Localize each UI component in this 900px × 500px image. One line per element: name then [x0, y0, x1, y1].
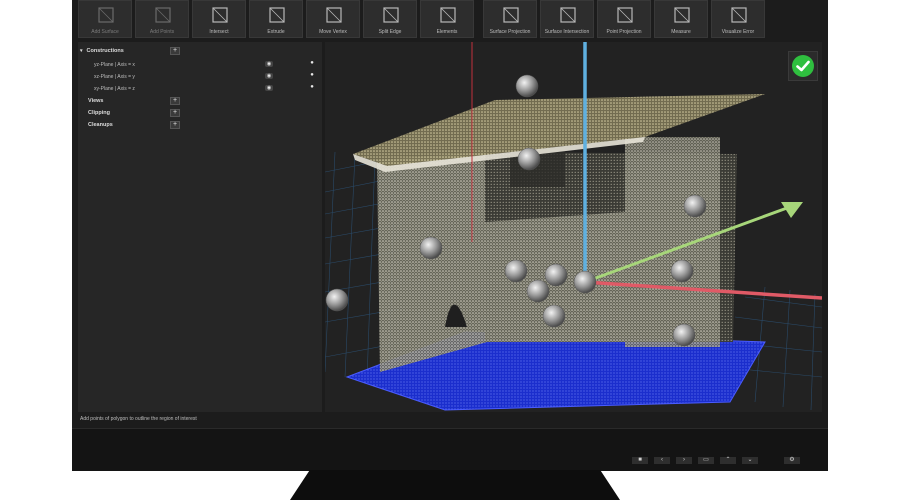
elements-icon: [440, 7, 456, 23]
left-wall: [377, 152, 487, 372]
add-cleanup-button[interactable]: +: [170, 121, 180, 129]
droplet-icon[interactable]: ●: [309, 84, 315, 91]
control-point[interactable]: [670, 259, 694, 283]
tool-label: Extrude: [267, 29, 285, 35]
control-point[interactable]: [515, 74, 539, 98]
add-clipping-button[interactable]: +: [170, 109, 180, 117]
droplet-icon[interactable]: ●: [309, 72, 315, 79]
tool-label: Add Surface: [91, 29, 119, 35]
tool-label: Measure: [671, 29, 691, 35]
tool-add-surface[interactable]: Add Surface: [78, 0, 132, 38]
control-point[interactable]: [542, 304, 566, 328]
control-point[interactable]: [683, 194, 707, 218]
point-cloud-scene: [325, 42, 822, 411]
move-vertex-icon: [326, 7, 342, 23]
control-point[interactable]: [419, 236, 443, 260]
tool-label: Surface Projection: [489, 29, 531, 35]
construction-item-xy[interactable]: xy-Plane | Axis = z: [94, 86, 135, 92]
tool-surface-projection[interactable]: Surface Projection: [483, 0, 537, 38]
status-message: Add points of polygon to outline the reg…: [80, 416, 197, 422]
control-point[interactable]: [526, 279, 550, 303]
view-toggle-button[interactable]: ▭: [698, 457, 714, 464]
add-surface-icon: [98, 7, 114, 23]
surface-intersection-icon: [560, 7, 576, 23]
monitor-frame: Add Surface Add Points Intersect Extrude Mov…: [72, 0, 828, 471]
control-point[interactable]: [325, 288, 349, 312]
measure-icon: [674, 7, 690, 23]
prev-button[interactable]: ‹: [654, 457, 670, 464]
side-panel: ▾ Constructions + yz-Plane | Axis = x ◉ …: [78, 42, 322, 412]
control-point[interactable]: [504, 259, 528, 283]
construction-item-xz[interactable]: xz-Plane | Axis = y: [94, 74, 135, 80]
tool-label: Add Points: [149, 29, 175, 35]
monitor-bezel: [72, 428, 828, 471]
eye-icon[interactable]: ◉: [265, 61, 273, 67]
tool-split-edge[interactable]: Split Edge: [363, 0, 417, 38]
eye-icon[interactable]: ◉: [265, 85, 273, 91]
collapse-arrow-icon: ▾: [80, 48, 83, 54]
3d-viewport[interactable]: [325, 42, 822, 412]
add-construction-button[interactable]: +: [170, 47, 180, 55]
stop-button[interactable]: ■: [632, 457, 648, 464]
tool-label: Intersect: [209, 29, 229, 35]
add-points-icon: [155, 7, 171, 23]
control-point[interactable]: [544, 263, 568, 287]
tool-label: Split Edge: [378, 29, 402, 35]
tool-surface-intersection[interactable]: Surface Intersection: [540, 0, 594, 38]
tool-label: Elements: [436, 29, 458, 35]
tool-add-points[interactable]: Add Points: [135, 0, 189, 38]
construction-item-yz[interactable]: yz-Plane | Axis = x: [94, 62, 135, 68]
tool-extrude[interactable]: Extrude: [249, 0, 303, 38]
tool-move-vertex[interactable]: Move Vertex: [306, 0, 360, 38]
tool-label: Point Projection: [606, 29, 642, 35]
surface-projection-icon: [503, 7, 519, 23]
visualize-error-icon: [731, 7, 747, 23]
toolbar: Add Surface Add Points Intersect Extrude Mov…: [78, 0, 822, 38]
tool-intersect[interactable]: Intersect: [192, 0, 246, 38]
point-projection-icon: [617, 7, 633, 23]
checkmark-icon: [792, 55, 814, 77]
tool-label: Visualize Error: [721, 29, 755, 35]
constructions-label: Constructions: [86, 48, 124, 54]
settings-button[interactable]: ⚙: [784, 457, 800, 464]
tool-visualize-error[interactable]: Visualize Error: [711, 0, 765, 38]
tool-label: Surface Intersection: [544, 29, 590, 35]
control-point[interactable]: [573, 270, 597, 294]
down-button[interactable]: ⌄: [742, 457, 758, 464]
droplet-icon[interactable]: ●: [309, 60, 315, 67]
tool-label: Move Vertex: [319, 29, 347, 35]
intersect-icon: [212, 7, 228, 23]
monitor-stand: [290, 470, 620, 500]
clipping-header[interactable]: Clipping: [88, 110, 110, 116]
control-point[interactable]: [672, 323, 696, 347]
views-label: Views: [88, 98, 104, 104]
clipping-label: Clipping: [88, 110, 110, 116]
extrude-icon: [269, 7, 285, 23]
up-button[interactable]: ⌃: [720, 457, 736, 464]
cleanups-label: Cleanups: [88, 122, 113, 128]
next-button[interactable]: ›: [676, 457, 692, 464]
tool-measure[interactable]: Measure: [654, 0, 708, 38]
add-view-button[interactable]: +: [170, 97, 180, 105]
split-edge-icon: [383, 7, 399, 23]
tool-elements[interactable]: Elements: [420, 0, 474, 38]
views-header[interactable]: Views: [88, 98, 104, 104]
eye-icon[interactable]: ◉: [265, 73, 273, 79]
accept-button[interactable]: [788, 51, 818, 81]
tool-point-projection[interactable]: Point Projection: [597, 0, 651, 38]
control-point[interactable]: [517, 147, 541, 171]
constructions-header[interactable]: ▾ Constructions: [80, 48, 124, 54]
cleanups-header[interactable]: Cleanups: [88, 122, 113, 128]
